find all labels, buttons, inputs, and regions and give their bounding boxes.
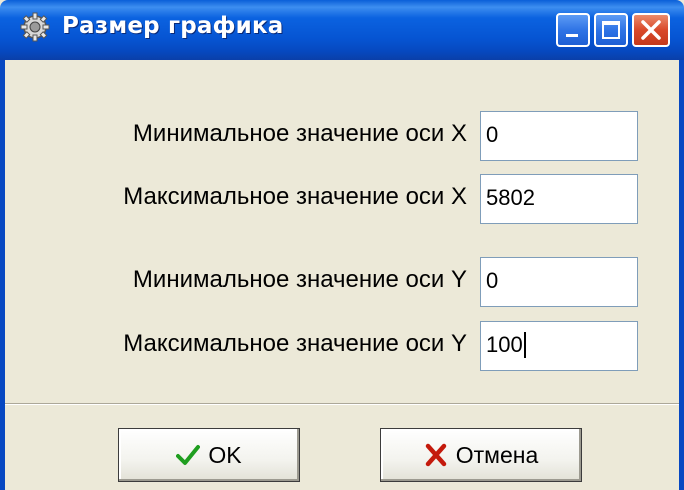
cancel-button-label: Отмена xyxy=(455,441,539,468)
minimize-icon xyxy=(566,34,578,37)
maximize-icon xyxy=(602,21,620,39)
maximize-button[interactable] xyxy=(594,13,628,47)
x-min-input[interactable]: 0 xyxy=(480,111,638,161)
window-border-right xyxy=(679,60,684,490)
window-title: Размер графика xyxy=(62,13,284,39)
y-max-label: Максимальное значение оси Y xyxy=(123,330,467,357)
x-max-input[interactable]: 5802 xyxy=(480,174,638,224)
title-bar[interactable]: Размер графика xyxy=(0,0,684,60)
y-min-label: Минимальное значение оси Y xyxy=(132,266,467,293)
y-min-input[interactable]: 0 xyxy=(480,257,638,307)
close-button[interactable] xyxy=(632,13,670,47)
x-max-label: Максимальное значение оси X xyxy=(123,183,467,210)
y-max-value: 100 xyxy=(486,332,523,357)
x-mark-icon xyxy=(425,443,446,467)
gear-icon xyxy=(20,12,50,42)
y-max-input[interactable]: 100 xyxy=(480,321,638,371)
ok-button[interactable]: OK xyxy=(118,428,300,482)
window-border-left xyxy=(0,60,5,490)
separator xyxy=(5,403,679,405)
minimize-button[interactable] xyxy=(556,13,590,47)
cancel-button[interactable]: Отмена xyxy=(380,428,582,482)
y-min-value: 0 xyxy=(486,268,499,293)
x-max-value: 5802 xyxy=(486,185,535,210)
close-icon xyxy=(641,20,661,40)
text-caret xyxy=(523,332,526,358)
ok-button-label: OK xyxy=(208,441,242,468)
dialog-window: Размер графика Минимальное значение оси … xyxy=(0,0,684,490)
x-min-label: Минимальное значение оси X xyxy=(132,120,467,147)
x-min-value: 0 xyxy=(486,122,499,147)
checkmark-icon xyxy=(176,445,201,465)
